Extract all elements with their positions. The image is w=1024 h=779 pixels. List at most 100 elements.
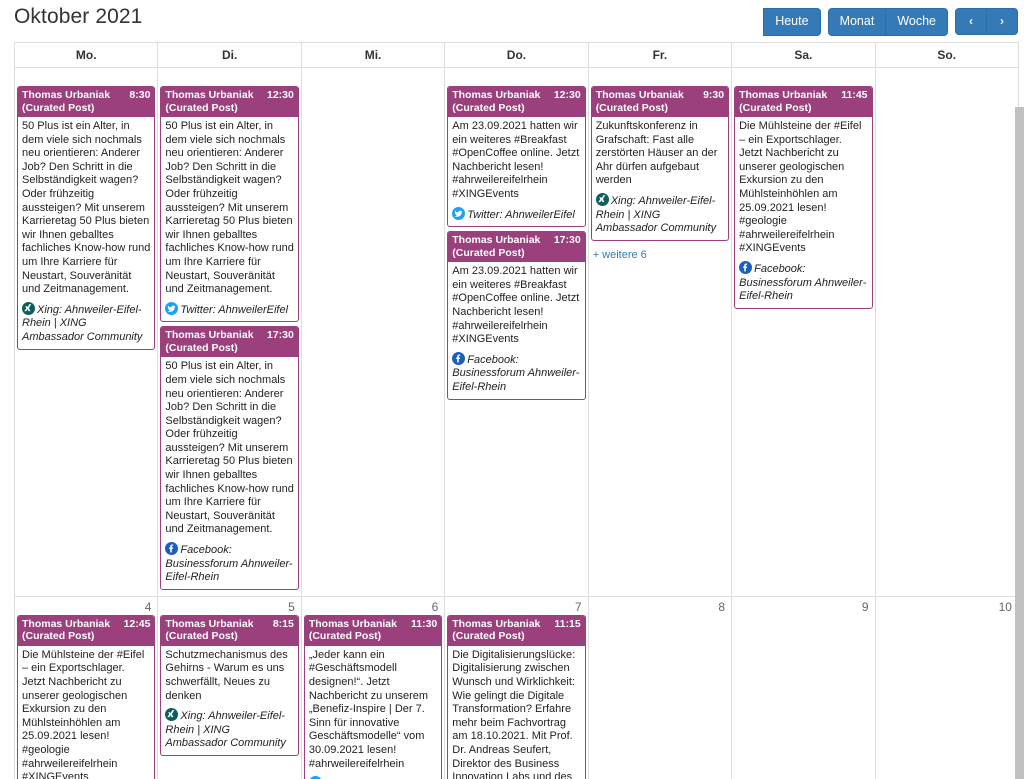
more-events-link[interactable]: + weitere 6	[591, 245, 729, 261]
scrollbar-thumb[interactable]	[1015, 107, 1024, 779]
day-cell[interactable]: Thomas Urbaniak 11:45 (Curated Post) Die Mü…	[732, 68, 876, 597]
page-title: Oktober 2021	[14, 5, 143, 28]
event-header: Thomas Urbaniak 9:30 (Curated Post)	[591, 87, 729, 117]
event-text: Die Mühlsteine der #Eifel – ein Exportsc…	[739, 120, 862, 255]
event-text: 50 Plus ist ein Alter, in dem viele sich…	[165, 360, 294, 536]
prev-month-button[interactable]: ‹	[955, 8, 987, 36]
event-body: Die Digitalisierungslücke: Digitalisieru…	[448, 646, 584, 779]
day-number: 5	[288, 599, 295, 614]
event-subtitle: (Curated Post)	[165, 630, 238, 643]
twitter-icon	[452, 206, 466, 220]
event-subtitle: (Curated Post)	[739, 101, 812, 114]
day-cell[interactable]: 8	[588, 596, 733, 779]
event-header-row: Thomas Urbaniak 11:30	[309, 618, 437, 631]
day-number: 6	[431, 599, 439, 614]
event-subtitle: (Curated Post)	[452, 101, 525, 114]
event-author: Thomas Urbaniak	[739, 89, 828, 101]
event-source-label: Facebook: Businessforum Ahnweiler-Eifel-…	[165, 544, 293, 584]
xing-icon	[22, 301, 35, 315]
day-cell[interactable]: 9	[732, 596, 876, 779]
day-cell[interactable]: Thomas Urbaniak 9:30 (Curated Post) Zukunft…	[588, 68, 733, 597]
event-source-label: Twitter: AhnweilerEifel	[467, 208, 575, 221]
day-cell[interactable]: Thomas Urbaniak 8:30 (Curated Post) 50 Plus…	[15, 68, 159, 597]
event-time: 8:30	[129, 89, 151, 101]
vertical-scrollbar[interactable]	[1015, 107, 1024, 779]
event-subtitle: (Curated Post)	[22, 630, 95, 643]
event-subtitle: (Curated Post)	[452, 630, 525, 643]
day-number: 9	[861, 599, 869, 614]
event-time: 17:30	[553, 234, 581, 247]
day-number	[17, 68, 155, 86]
day-cell[interactable]: 5 Thomas Urbaniak 8:15 (Curated Post) Schutz…	[158, 596, 302, 779]
event-header: Thomas Urbaniak 17:30 (Curated Post)	[448, 232, 585, 263]
calendar-event[interactable]: Thomas Urbaniak 11:15 (Curated Post) Die Di…	[447, 614, 586, 779]
day-cell[interactable]: 10	[875, 596, 1019, 779]
event-header-row: Thomas Urbaniak 12:30	[452, 89, 580, 102]
calendar-event[interactable]: Thomas Urbaniak 12:30 (Curated Post) 50 Plu…	[160, 86, 299, 323]
event-header-row: Thomas Urbaniak 12:30	[165, 89, 293, 102]
event-body: Schutzmechanismus des Gehirns - Warum es…	[161, 646, 297, 755]
calendar-event[interactable]: Thomas Urbaniak 11:45 (Curated Post) Die Mü…	[734, 86, 873, 309]
calendar-event[interactable]: Thomas Urbaniak 12:30 (Curated Post) Am 23.…	[447, 86, 586, 228]
event-text: „Jeder kann ein #Geschäftsmodell designe…	[308, 648, 429, 770]
xing-icon	[165, 708, 179, 722]
calendar-event[interactable]: Thomas Urbaniak 11:30 (Curated Post) „Jeder…	[303, 614, 443, 779]
calendar-event[interactable]: Thomas Urbaniak 9:30 (Curated Post) Zukunft…	[590, 86, 730, 241]
event-source: Xing: Ahnweiler-Eifel-Rhein | XING Ambas…	[22, 301, 150, 345]
event-time: 12:30	[266, 89, 294, 101]
event-text: Die Digitalisierungslücke: Digitalisieru…	[452, 648, 576, 779]
event-header-row: Thomas Urbaniak 8:30	[22, 89, 150, 102]
calendar-event[interactable]: Thomas Urbaniak 17:30 (Curated Post) Am 23.…	[447, 231, 586, 400]
event-body: Am 23.09.2021 hatten wir ein weiteres #B…	[448, 262, 584, 398]
calendar-event[interactable]: Thomas Urbaniak 17:30 (Curated Post) 50 Plu…	[160, 326, 299, 590]
event-source-label: Twitter: AhnweilerEifel	[180, 303, 289, 316]
event-author: Thomas Urbaniak	[308, 617, 397, 630]
calendar-event[interactable]: Thomas Urbaniak 8:30 (Curated Post) 50 Plus…	[17, 86, 156, 350]
event-header: Thomas Urbaniak 8:30 (Curated Post)	[18, 87, 155, 117]
calendar-event[interactable]: Thomas Urbaniak 12:45 (Curated Post) Die Mü…	[17, 614, 156, 779]
event-text: Schutzmechanismus des Gehirns - Warum es…	[165, 648, 288, 702]
event-text: Am 23.09.2021 hatten wir ein weiteres #B…	[452, 265, 580, 346]
facebook-icon	[452, 351, 466, 365]
day-number	[447, 68, 585, 86]
day-number	[304, 68, 442, 86]
toolbar-button-zone: Heute Monat Woche ‹ ›	[763, 8, 1018, 36]
day-cell[interactable]: 6 Thomas Urbaniak 11:30 (Curated Post) „Jede…	[301, 596, 446, 779]
day-cell[interactable]: Thomas Urbaniak 12:30 (Curated Post) Am 23.…	[445, 68, 589, 597]
day-cell[interactable]: 4 Thomas Urbaniak 12:45 (Curated Post) Die M…	[15, 596, 159, 779]
calendar-event[interactable]: Thomas Urbaniak 8:15 (Curated Post) Schutzm…	[160, 614, 299, 756]
xing-icon	[595, 192, 609, 206]
event-header: Thomas Urbaniak 11:15 (Curated Post)	[448, 615, 585, 646]
event-source-label: Xing: Ahnweiler-Eifel-Rhein | XING Ambas…	[165, 710, 286, 750]
event-header-row: Thomas Urbaniak 11:45	[739, 89, 867, 102]
event-source: Xing: Ahnweiler-Eifel-Rhein | XING Ambas…	[595, 192, 724, 236]
day-number	[160, 68, 298, 86]
day-of-week-2: Mi.	[301, 43, 446, 68]
week-row: Thomas Urbaniak 8:30 (Curated Post) 50 Plus…	[14, 68, 1019, 597]
event-time: 9:30	[703, 89, 725, 101]
day-number: 4	[144, 599, 152, 614]
day-cell[interactable]	[875, 68, 1019, 597]
event-text: 50 Plus ist ein Alter, in dem viele sich…	[22, 120, 151, 296]
event-time: 8:15	[272, 617, 294, 630]
calendar-grid: Mo. Di. Mi. Do. Fr. Sa. So. Thomas Urbaniak 8:3…	[14, 42, 1024, 779]
event-source: Facebook: Businessforum Ahnweiler-Eifel-…	[165, 542, 293, 585]
event-source: Twitter: AhnweilerEifel	[452, 206, 580, 223]
event-body: 50 Plus ist ein Alter, in dem viele sich…	[18, 117, 154, 349]
day-number: 8	[718, 599, 726, 614]
event-author: Thomas Urbaniak	[165, 89, 254, 101]
event-body: Die Mühlsteine der #Eifel – ein Exportsc…	[735, 117, 871, 308]
event-body: 50 Plus ist ein Alter, in dem viele sich…	[161, 357, 297, 589]
week-view-button[interactable]: Woche	[885, 8, 948, 36]
day-cell[interactable]	[301, 68, 446, 597]
day-cell[interactable]: 7 Thomas Urbaniak 11:15 (Curated Post) Die D…	[445, 596, 589, 779]
next-month-button[interactable]: ›	[986, 8, 1018, 36]
day-number: 10	[998, 599, 1012, 614]
month-view-button[interactable]: Monat	[827, 8, 887, 36]
event-source-label: Facebook: Businessforum Ahnweiler-Eifel-…	[452, 353, 580, 393]
event-header-row: Thomas Urbaniak 17:30	[165, 329, 293, 342]
day-number: 7	[575, 599, 582, 614]
event-author: Thomas Urbaniak	[452, 89, 541, 101]
today-button[interactable]: Heute	[763, 8, 821, 36]
day-cell[interactable]: Thomas Urbaniak 12:30 (Curated Post) 50 Plu…	[158, 68, 302, 597]
